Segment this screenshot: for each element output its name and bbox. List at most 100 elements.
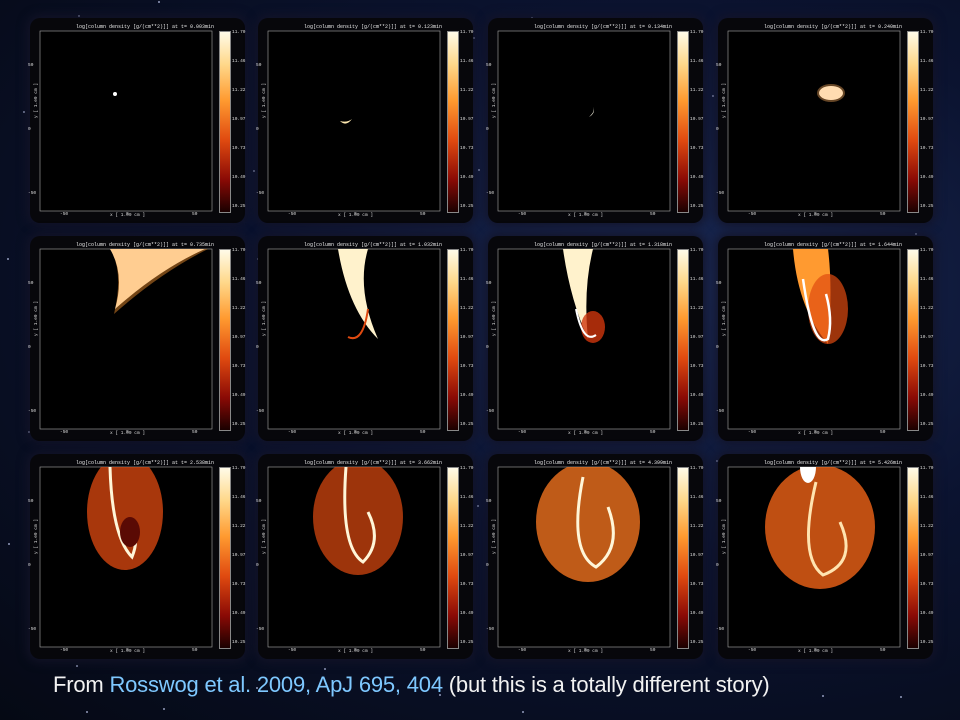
colorbar-tick-label: 10.25 [690, 422, 704, 427]
density-plot [727, 248, 901, 430]
colorbar-tick-label: 11.46 [232, 495, 246, 500]
colorbar [219, 31, 231, 213]
x-axis-label: x [ 1.e9 cm ] [110, 431, 146, 436]
x-tick-label: 50 [192, 648, 198, 653]
y-tick-label: 0 [486, 127, 489, 132]
colorbar [447, 467, 459, 649]
colorbar-tick-label: 11.46 [690, 495, 704, 500]
y-tick-label: 50 [716, 499, 722, 504]
star-decoration [477, 168, 480, 171]
y-tick-label: 50 [256, 63, 262, 68]
simulation-panel: log[column density [g/(cm**2)]] at t= 0.… [28, 18, 246, 223]
simulation-panel: log[column density [g/(cm**2)]] at t= 5.… [716, 454, 934, 659]
colorbar-tick-label: 11.46 [232, 59, 246, 64]
y-tick-label: 50 [256, 281, 262, 286]
star-decoration [522, 710, 525, 713]
x-axis-label: x [ 1.e9 cm ] [110, 213, 146, 218]
density-plot [267, 466, 441, 648]
colorbar-tick-label: 10.73 [460, 364, 474, 369]
x-axis-label: x [ 1.e9 cm ] [338, 213, 374, 218]
colorbar-tick-label: 11.22 [460, 306, 474, 311]
y-axis-label: y [ 1.e9 cm ] [34, 518, 39, 554]
colorbar-tick-label: 10.25 [920, 204, 934, 209]
y-axis-label: y [ 1.e9 cm ] [262, 82, 267, 118]
y-tick-label: -50 [256, 409, 265, 414]
y-tick-label: 0 [486, 345, 489, 350]
colorbar-tick-label: 10.49 [232, 175, 246, 180]
x-tick-label: -50 [60, 212, 69, 217]
colorbar-tick-label: 11.46 [460, 277, 474, 282]
colorbar-tick-label: 10.25 [460, 422, 474, 427]
density-plot [39, 248, 213, 430]
y-tick-label: 0 [716, 563, 719, 568]
colorbar-tick-label: 10.73 [920, 364, 934, 369]
y-tick-label: 0 [716, 345, 719, 350]
star-decoration [476, 504, 479, 507]
colorbar-tick-label: 10.49 [920, 611, 934, 616]
x-tick-label: 50 [880, 430, 886, 435]
colorbar-tick-label: 10.97 [460, 553, 474, 558]
y-tick-label: 50 [28, 63, 34, 68]
colorbar-tick-label: 11.70 [460, 466, 474, 471]
simulation-panel: log[column density [g/(cm**2)]] at t= 3.… [256, 454, 474, 659]
colorbar-tick-label: 10.73 [920, 582, 934, 587]
colorbar-tick-label: 11.46 [232, 277, 246, 282]
density-plot [497, 30, 671, 212]
y-tick-label: 0 [256, 563, 259, 568]
x-tick-label: 50 [880, 648, 886, 653]
colorbar [907, 31, 919, 213]
y-axis-label: y [ 1.e9 cm ] [492, 518, 497, 554]
colorbar-tick-label: 10.49 [920, 175, 934, 180]
y-axis-label: y [ 1.e9 cm ] [492, 82, 497, 118]
y-tick-label: -50 [486, 409, 495, 414]
colorbar-tick-label: 11.22 [232, 88, 246, 93]
star-decoration [85, 711, 88, 714]
star-decoration [23, 110, 26, 113]
colorbar-tick-label: 10.25 [232, 640, 246, 645]
star-decoration [473, 37, 476, 40]
x-axis-label: x [ 1.e9 cm ] [568, 649, 604, 654]
simulation-panel: log[column density [g/(cm**2)]] at t= 0.… [256, 18, 474, 223]
colorbar-tick-label: 10.49 [232, 393, 246, 398]
x-axis-label: x [ 1.e9 cm ] [338, 431, 374, 436]
density-plot [497, 466, 671, 648]
x-tick-label: -50 [288, 648, 297, 653]
density-plot [267, 248, 441, 430]
y-axis-label: y [ 1.e9 cm ] [722, 300, 727, 336]
density-blob [87, 467, 163, 570]
colorbar-tick-label: 10.97 [920, 117, 934, 122]
y-tick-label: 0 [28, 345, 31, 350]
x-tick-label: -50 [748, 648, 757, 653]
colorbar-tick-label: 10.25 [920, 422, 934, 427]
y-tick-label: -50 [486, 627, 495, 632]
x-axis-label: x [ 1.e9 cm ] [338, 649, 374, 654]
y-tick-label: -50 [256, 627, 265, 632]
x-tick-label: 50 [192, 212, 198, 217]
simulation-panel: log[column density [g/(cm**2)]] at t= 0.… [716, 18, 934, 223]
x-tick-label: -50 [288, 430, 297, 435]
colorbar-tick-label: 10.73 [920, 146, 934, 151]
colorbar-tick-label: 11.22 [460, 524, 474, 529]
colorbar-tick-label: 11.22 [690, 524, 704, 529]
colorbar-tick-label: 10.97 [460, 335, 474, 340]
y-axis-label: y [ 1.e9 cm ] [34, 82, 39, 118]
colorbar-tick-label: 10.73 [690, 146, 704, 151]
y-axis-label: y [ 1.e9 cm ] [722, 82, 727, 118]
x-tick-label: 50 [420, 212, 426, 217]
star-decoration [157, 0, 160, 3]
x-axis-label: x [ 1.e9 cm ] [798, 213, 834, 218]
colorbar-tick-label: 11.46 [690, 59, 704, 64]
colorbar-tick-label: 11.70 [690, 30, 704, 35]
caption-suffix: (but this is a totally different story) [442, 672, 770, 697]
simulation-panel: log[column density [g/(cm**2)]] at t= 0.… [28, 236, 246, 441]
y-tick-label: 50 [716, 63, 722, 68]
y-tick-label: 50 [486, 499, 492, 504]
x-tick-label: -50 [288, 212, 297, 217]
y-axis-label: y [ 1.e9 cm ] [262, 300, 267, 336]
colorbar-tick-label: 11.70 [920, 248, 934, 253]
y-tick-label: 0 [256, 345, 259, 350]
x-tick-label: 50 [650, 212, 656, 217]
x-tick-label: -50 [748, 212, 757, 217]
star-decoration [78, 15, 81, 18]
citation-link[interactable]: Rosswog et al. 2009, ApJ 695, 404 [109, 672, 443, 697]
